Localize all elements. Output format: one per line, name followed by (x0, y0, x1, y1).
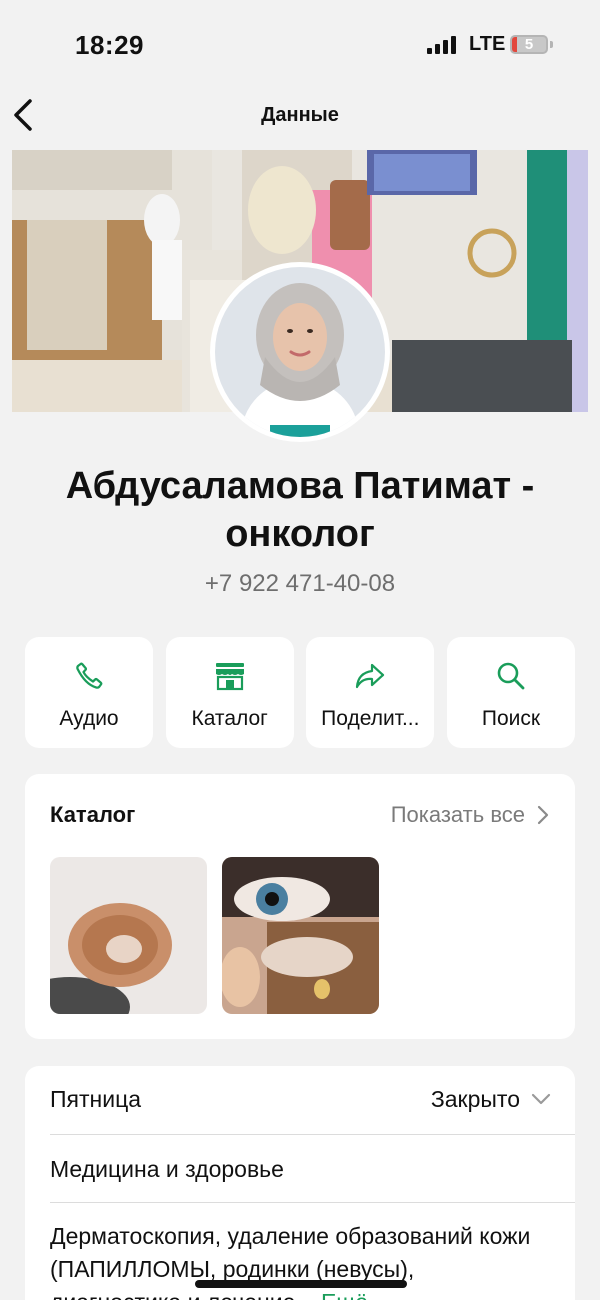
profile-name: Абдусаламова Патимат - онколог (65, 465, 535, 555)
chevron-down-icon[interactable] (531, 1092, 551, 1106)
catalog-item-skin-lesion[interactable] (50, 857, 207, 1014)
status-bar: 18:29 LTE 5 (0, 0, 600, 80)
catalog-label: Каталог (191, 707, 268, 730)
phone-icon (72, 659, 106, 693)
search-label: Поиск (481, 707, 541, 730)
catalog-item-eye-papilloma[interactable] (222, 857, 379, 1014)
business-category: Медицина и здоровье (50, 1156, 284, 1182)
share-icon (353, 659, 387, 693)
share-label: Поделит... (321, 707, 420, 730)
description-text: Дерматоскопия, удаление образований кожи… (50, 1223, 531, 1300)
home-indicator[interactable] (195, 1280, 407, 1288)
divider (50, 1134, 575, 1135)
avatar[interactable] (210, 262, 390, 442)
status-time: 18:29 (75, 30, 144, 60)
signal-icon (427, 36, 459, 54)
read-more-link[interactable]: Ещё (321, 1289, 368, 1300)
share-button[interactable]: Поделит... (306, 637, 435, 748)
search-icon (494, 659, 528, 693)
audio-call-button[interactable]: Аудио (25, 637, 153, 748)
battery-icon: 5 (510, 35, 548, 54)
chevron-right-icon[interactable] (536, 804, 550, 826)
show-all-link[interactable]: Показать все (391, 802, 525, 828)
page-title: Данные (261, 104, 339, 126)
network-label: LTE (469, 33, 506, 55)
hours-status[interactable]: Закрыто (431, 1086, 520, 1113)
action-bar: Аудио Каталог Поделит... Поиск (25, 637, 575, 748)
audio-label: Аудио (59, 707, 119, 730)
catalog-title: Каталог (50, 802, 136, 827)
catalog-button[interactable]: Каталог (165, 637, 294, 748)
battery-level: 5 (524, 36, 534, 53)
divider (50, 1202, 575, 1203)
profile-phone[interactable]: +7 922 471-40-08 (0, 570, 600, 598)
store-icon (213, 659, 247, 693)
search-button[interactable]: Поиск (446, 637, 575, 748)
business-description: Дерматоскопия, удаление образований кожи… (50, 1220, 550, 1300)
catalog-section: Каталог Показать все (25, 774, 575, 1039)
business-info-section: Пятница Закрыто Медицина и здоровье Дерм… (25, 1066, 575, 1300)
